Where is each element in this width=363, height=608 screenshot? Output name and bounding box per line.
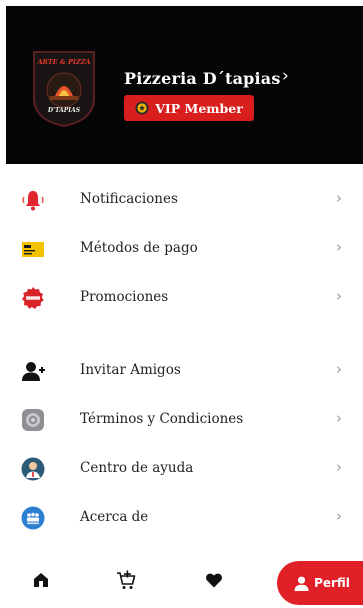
menu-item-label: Centro de ayuda xyxy=(80,460,194,476)
heart-icon[interactable] xyxy=(206,573,222,588)
payment-card-icon xyxy=(22,242,44,257)
menu-item-label: Invitar Amigos xyxy=(80,362,181,378)
special-offer-icon xyxy=(22,287,44,309)
menu-item-terminos[interactable]: Términos y Condiciones › xyxy=(0,403,363,437)
menu-item-label: Términos y Condiciones xyxy=(80,411,244,427)
support-agent-icon xyxy=(21,457,45,481)
menu-item-promociones[interactable]: Promociones › xyxy=(0,281,363,315)
vip-label: VIP Member xyxy=(155,100,243,116)
shop-name: Pizzeria D´tapias xyxy=(124,69,281,88)
menu-item-invitar-amigos[interactable]: Invitar Amigos › xyxy=(0,354,363,388)
logo-text-top: ARTE & PIZZA xyxy=(37,58,91,66)
menu-item-label: Acerca de xyxy=(80,509,149,525)
settings-gear-icon xyxy=(22,409,44,431)
chevron-right-icon: › xyxy=(336,458,342,476)
menu-item-metodos-de-pago[interactable]: Métodos de pago › xyxy=(0,232,363,266)
chevron-right-icon: › xyxy=(336,238,342,256)
chevron-right-icon: › xyxy=(336,287,342,305)
user-icon xyxy=(294,576,309,591)
bell-icon xyxy=(22,191,44,211)
menu-item-notificaciones[interactable]: Notificaciones › xyxy=(0,183,363,217)
chevron-right-icon[interactable]: › xyxy=(282,66,289,86)
menu-item-acerca-de[interactable]: Acerca de › xyxy=(0,501,363,535)
add-user-icon xyxy=(22,362,45,381)
chevron-right-icon: › xyxy=(336,189,342,207)
logo-text-bottom: D'TAPIAS xyxy=(47,107,81,114)
chevron-right-icon: › xyxy=(336,507,342,525)
menu-item-label: Promociones xyxy=(80,289,169,305)
group-info-icon xyxy=(21,506,45,530)
chevron-right-icon: › xyxy=(336,409,342,427)
menu-item-label: Métodos de pago xyxy=(80,240,198,256)
menu-item-label: Notificaciones xyxy=(80,191,178,207)
home-icon[interactable] xyxy=(33,572,49,588)
cart-add-icon[interactable] xyxy=(116,570,136,590)
profile-tab-label: Perfil xyxy=(314,576,350,590)
vip-medal-icon xyxy=(135,101,149,115)
vip-badge: VIP Member xyxy=(124,95,254,121)
profile-tab-button[interactable]: Perfil xyxy=(277,561,363,605)
profile-header[interactable]: ARTE & PIZZA D'TAPIAS Pizzeria D´tapias … xyxy=(6,6,363,164)
chevron-right-icon: › xyxy=(336,360,342,378)
shop-logo: ARTE & PIZZA D'TAPIAS xyxy=(33,51,95,128)
menu-item-centro-de-ayuda[interactable]: Centro de ayuda › xyxy=(0,452,363,486)
